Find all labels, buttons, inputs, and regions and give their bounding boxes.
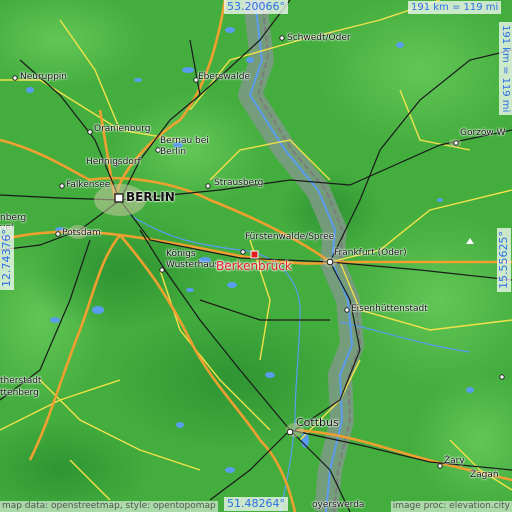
city-label-schwedt: Schwedt/Oder: [287, 33, 351, 43]
map-canvas[interactable]: Schwedt/Oder Neuruppin Eberswalde Oranie…: [0, 0, 512, 512]
scale-horizontal: 191 km = 119 mi: [408, 1, 502, 14]
attribution-left: map data: openstreetmap, style: opentopo…: [0, 501, 218, 512]
terrain-layer: [0, 0, 512, 512]
lat-top-label: 53.20066°: [224, 0, 288, 14]
city-label-falkensee: Falkensee: [66, 180, 111, 190]
city-label-zary: Żary: [444, 456, 465, 466]
capital-marker: [114, 193, 124, 203]
city-label-konigs-wusterhausen: Königs Wusterhausen: [166, 249, 231, 270]
city-label-potsdam: Potsdam: [62, 228, 101, 238]
highlight-city-label: Berkenbrück: [216, 259, 292, 273]
capital-label-berlin: BERLIN: [126, 190, 175, 204]
city-label-hoyerswerda: oyerswerda: [312, 500, 365, 510]
city-label-frankfurt: Frankfurt (Oder): [334, 248, 407, 258]
attribution-right: image proc: elevation.city: [390, 501, 512, 512]
lat-bottom-label: 51.48264°: [224, 497, 288, 511]
lon-right-label: 15.55625°: [497, 228, 511, 292]
city-label-eberswalde: Eberswalde: [198, 72, 250, 82]
city-label-nberg: nberg: [0, 213, 27, 223]
city-label-cottbus: Cottbus: [296, 416, 339, 429]
location-marker: [250, 250, 259, 259]
city-label-gorzow: Gorzów W: [460, 128, 506, 138]
city-label-therstadt: therstadt: [0, 376, 42, 386]
scale-vertical: 191 km = 119 mi: [499, 22, 512, 116]
city-label-neuruppin: Neuruppin: [20, 72, 68, 82]
city-label-ttenberg: ttenberg: [0, 388, 39, 398]
city-label-furstenwalde: Fürstenwalde/Spree: [245, 232, 335, 242]
city-label-oranienburg: Oranienburg: [94, 124, 151, 134]
city-label-zagan: Żagań: [470, 470, 499, 480]
city-label-bernau: Bernau bei Berlin: [160, 136, 209, 157]
lon-left-label: 12.74376°: [0, 226, 14, 290]
city-label-eisenhuttenstadt: Eisenhüttenstadt: [351, 304, 428, 314]
city-label-hennigsdorf: Hennigsdorf: [86, 157, 141, 167]
city-label-strausberg: Strausberg: [214, 178, 264, 188]
